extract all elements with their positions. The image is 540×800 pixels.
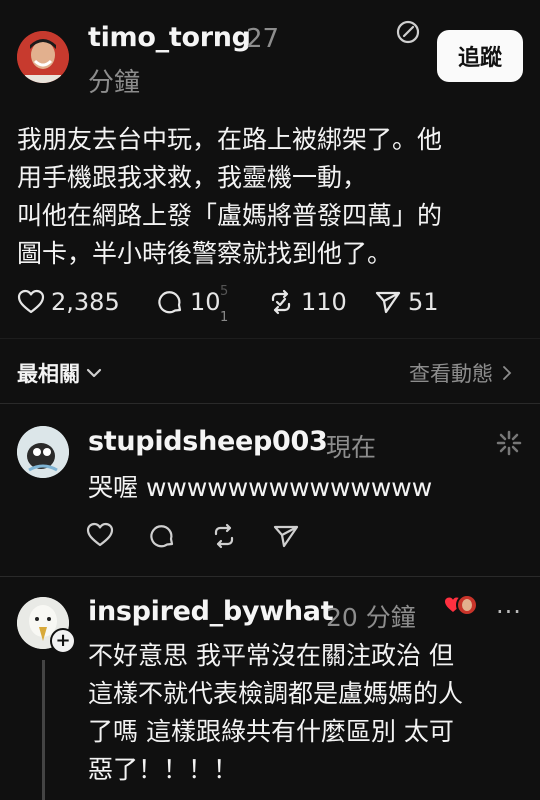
comment-icon — [158, 291, 182, 314]
stats-divider — [0, 338, 540, 339]
sort-dropdown[interactable]: 最相關 — [17, 358, 102, 388]
post-body: 我朋友去台中玩，在路上被綁架了。他 用手機跟我求救，我靈機一動， 叫他在網路上發… — [17, 121, 527, 273]
chevron-right-icon — [503, 366, 512, 380]
reply-body: 不好意思 我平常沒在關注政治 但 這樣不就代表檢調都是盧媽媽的人 了嗎 這樣跟綠… — [88, 637, 528, 789]
loading-spinner-icon — [496, 430, 522, 456]
repost-icon[interactable] — [210, 522, 238, 550]
send-icon[interactable] — [272, 522, 300, 550]
reply-time: 20 分鐘 — [326, 603, 416, 632]
comment-count-anim-bottom: 1 — [220, 310, 229, 325]
follow-button[interactable]: 追蹤 — [437, 30, 523, 82]
threads-edit-icon[interactable] — [394, 18, 422, 46]
share-count: 51 — [408, 288, 439, 316]
repost-button[interactable]: 110 — [267, 288, 347, 316]
reply-text-line: 這樣不就代表檢調都是盧媽媽的人 — [88, 679, 464, 708]
heart-icon[interactable] — [86, 522, 114, 548]
reply-divider — [0, 576, 540, 577]
comment-button[interactable]: 10 — [156, 288, 221, 316]
more-options-icon[interactable]: ··· — [496, 598, 522, 626]
post-time-unit: 分鐘 — [88, 68, 141, 98]
post-time-value: 27 — [246, 24, 280, 54]
reply-text-line: 惡了！！！！ — [88, 755, 239, 784]
reply-text-line: 了嗎 這樣跟綠共有什麼區別 太可 — [88, 717, 454, 746]
post-text-line: 圖卡，半小時後警察就找到他了。 — [17, 239, 393, 268]
sort-label: 最相關 — [17, 362, 80, 386]
chevron-down-icon — [86, 368, 102, 378]
repost-icon — [271, 289, 291, 315]
post-author-name[interactable]: timo_torng — [88, 22, 251, 53]
author-liked-badge — [444, 592, 478, 620]
thread-line — [42, 660, 45, 800]
author-avatar[interactable] — [17, 31, 69, 83]
reply-author-name[interactable]: stupidsheep003 — [88, 426, 328, 457]
send-icon — [375, 291, 401, 314]
repost-count: 110 — [301, 288, 347, 316]
like-count: 2,385 — [51, 288, 120, 316]
post-text-line: 叫他在網路上發「盧媽將普發四萬」的 — [17, 201, 443, 230]
avatar-sheep-icon — [17, 426, 69, 478]
heart-icon — [17, 289, 45, 314]
avatar-portrait-icon — [17, 31, 69, 83]
like-button[interactable]: 2,385 — [17, 288, 120, 316]
reply-time: 現在 — [326, 433, 377, 462]
view-activity-link[interactable]: 查看動態 — [409, 358, 513, 388]
follow-plus-badge[interactable]: + — [50, 628, 76, 654]
comment-count-anim-top: 5 — [220, 284, 229, 299]
sort-divider — [0, 403, 540, 404]
comment-icon[interactable] — [148, 522, 176, 550]
reply-text-line: 不好意思 我平常沒在關注政治 但 — [88, 641, 454, 670]
reply-text: 哭喔 wwwwwwwwwwwwww — [88, 473, 433, 502]
reply-author-name[interactable]: inspired_bywhat — [88, 596, 334, 627]
post-text-line: 用手機跟我求救，我靈機一動， — [17, 163, 368, 192]
post-text-line: 我朋友去台中玩，在路上被綁架了。他 — [17, 125, 443, 154]
view-activity-label: 查看動態 — [409, 362, 493, 386]
comment-count: 10 — [190, 288, 221, 316]
reply-avatar[interactable] — [17, 426, 69, 478]
reply-actions — [86, 522, 300, 550]
share-button[interactable]: 51 — [374, 288, 439, 316]
